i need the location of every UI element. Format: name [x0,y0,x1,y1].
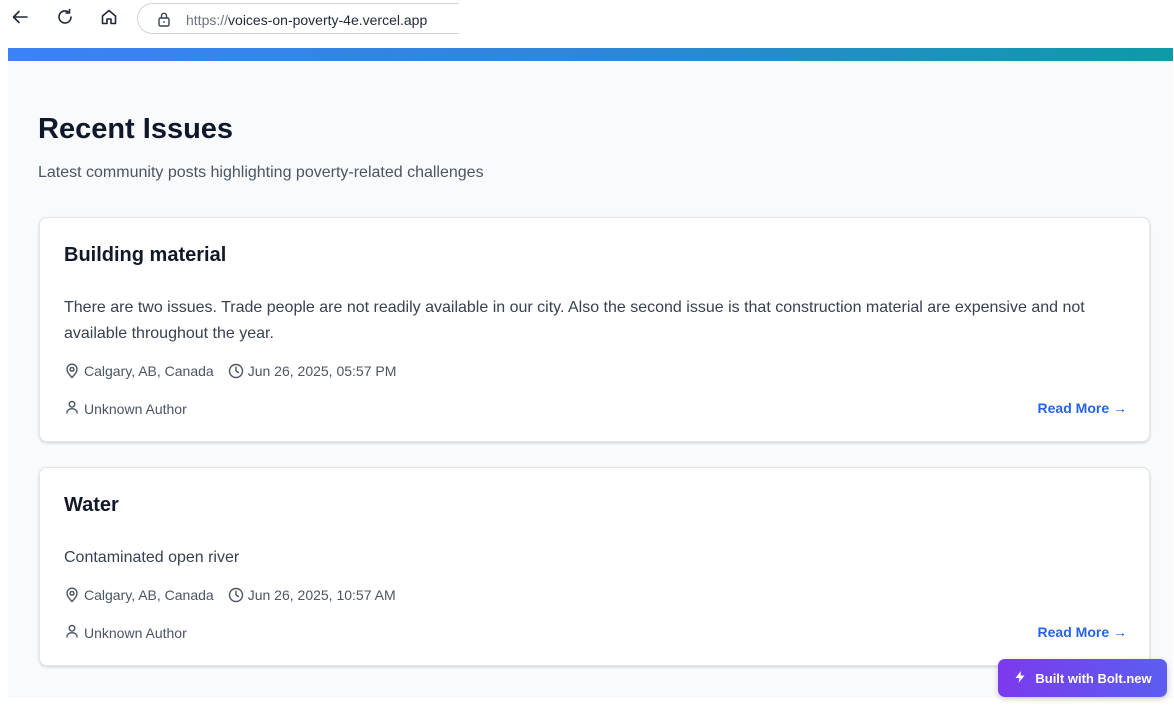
issue-description: There are two issues. Trade people are n… [64,299,1085,342]
issue-title: Building material [64,244,227,266]
badge-label: Built with Bolt.new [1035,670,1152,686]
page-content: Recent Issues Latest community posts hig… [8,48,1173,698]
issue-card: Water Contaminated open river Calgary, A… [39,467,1150,666]
address-bar[interactable]: https://voices-on-poverty-4e.vercel.app [137,3,459,34]
page-title: Recent Issues [38,113,234,145]
issue-card: Building material There are two issues. … [39,217,1150,442]
issue-meta: Calgary, AB, Canada Jun 26, 2025, 10:57 … [64,587,396,603]
issue-location: Calgary, AB, Canada [64,587,214,603]
read-more-link[interactable]: Read More → [1038,400,1127,416]
issue-meta: Calgary, AB, Canada Jun 26, 2025, 05:57 … [64,363,396,379]
read-more-link[interactable]: Read More → [1038,624,1127,640]
issue-author: Unknown Author [64,399,187,418]
browser-toolbar: https://voices-on-poverty-4e.vercel.app [0,0,1174,38]
lock-icon [156,11,172,27]
reload-button[interactable] [53,7,77,31]
issue-datetime: Jun 26, 2025, 05:57 PM [228,363,396,379]
arrow-left-icon [10,7,30,32]
page-subtitle: Latest community posts highlighting pove… [38,164,484,181]
map-pin-icon [64,363,80,379]
url-text: https://voices-on-poverty-4e.vercel.app [186,12,428,28]
header-gradient-bar [8,48,1173,61]
issue-author: Unknown Author [64,623,187,642]
user-icon [64,623,80,642]
lightning-icon [1013,670,1027,687]
home-icon [99,7,119,32]
user-icon [64,399,80,418]
clock-icon [228,363,244,379]
issue-title: Water [64,494,119,516]
map-pin-icon [64,587,80,603]
built-with-bolt-badge[interactable]: Built with Bolt.new [998,659,1167,697]
reload-icon [55,7,75,32]
clock-icon [228,587,244,603]
home-button[interactable] [97,7,121,31]
issue-location: Calgary, AB, Canada [64,363,214,379]
issue-datetime: Jun 26, 2025, 10:57 AM [228,587,396,603]
back-button[interactable] [8,7,32,31]
issue-description: Contaminated open river [64,549,240,566]
